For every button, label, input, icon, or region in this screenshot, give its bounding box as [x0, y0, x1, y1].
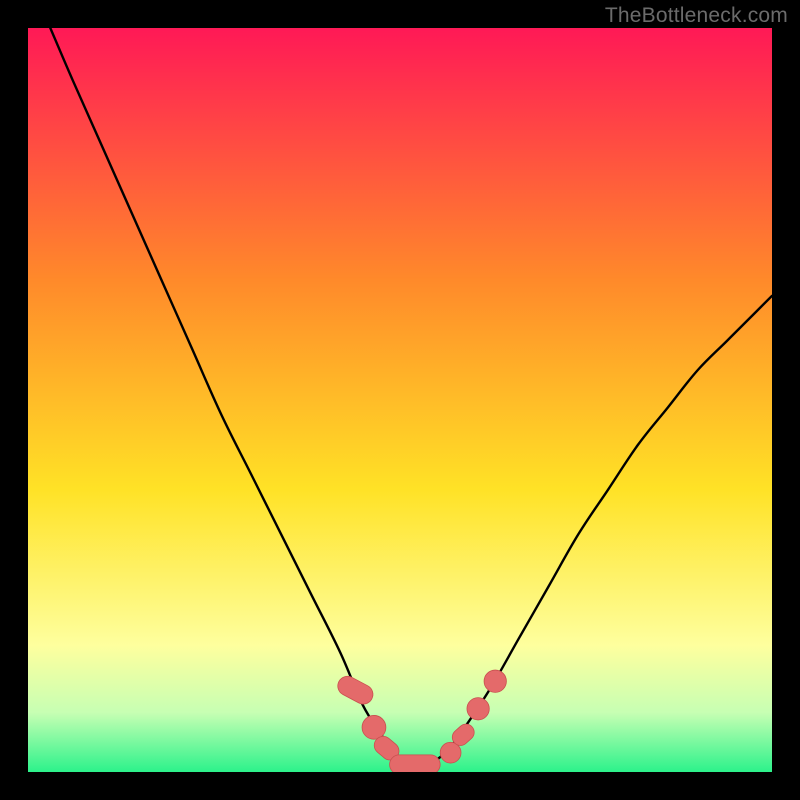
marker-dot-1 [362, 715, 386, 739]
marker-dot-6 [467, 698, 489, 720]
watermark-text: TheBottleneck.com [605, 4, 788, 28]
chart-frame: TheBottleneck.com [0, 0, 800, 800]
marker-pill-3 [390, 755, 441, 772]
plot-area [28, 28, 772, 772]
chart-svg [28, 28, 772, 772]
gradient-background [28, 28, 772, 772]
marker-dot-7 [484, 670, 506, 692]
